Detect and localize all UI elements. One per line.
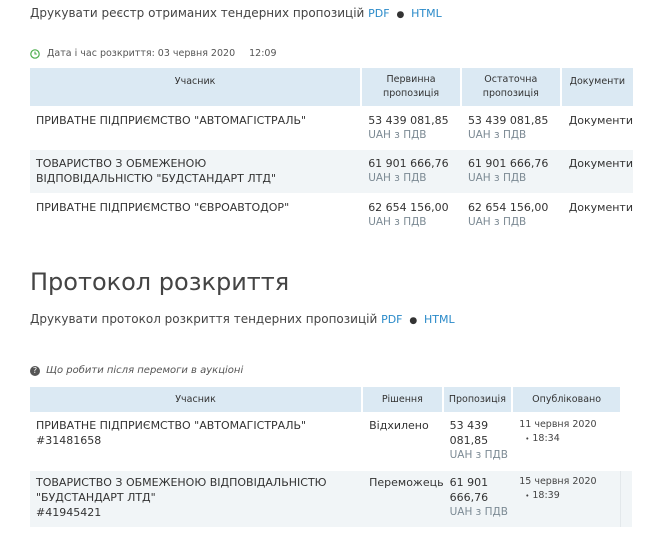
table-row: ПРИВАТНЕ ПІДПРИЄМСТВО "АВТОМАГІСТРАЛЬ" 5… bbox=[30, 106, 633, 150]
participant-code: #41945421 bbox=[36, 506, 102, 519]
proposal-amount: 53 439 bbox=[449, 419, 489, 432]
proposal-amount-cont: 666,76 bbox=[449, 491, 489, 504]
initial-amount: 62 654 156,00 bbox=[368, 201, 449, 214]
proposal-amount-cont: 081,85 bbox=[449, 434, 489, 447]
final-amount: 53 439 081,85 bbox=[467, 114, 549, 127]
clock-icon bbox=[30, 48, 40, 59]
proposal-amount: 61 901 bbox=[449, 476, 489, 489]
participant-name: ТОВАРИСТВО З ОБМЕЖЕНОЮ ВІДПОВІДАЛЬНІСТЮ … bbox=[36, 157, 277, 185]
initial-vat: UAH з ПДВ bbox=[368, 172, 427, 184]
separator-dot: ● bbox=[409, 316, 418, 326]
protocol-html-link[interactable]: HTML bbox=[424, 313, 455, 326]
participant-name: ТОВАРИСТВО З ОБМЕЖЕНОЮ ВІДПОВІДАЛЬНІСТЮ … bbox=[36, 476, 327, 504]
row-edge bbox=[620, 471, 632, 527]
help-link[interactable]: Що робити після перемоги в аукціоні bbox=[46, 365, 243, 376]
table-row: ПРИВАТНЕ ПІДПРИЄМСТВО "ЄВРОАВТОДОР" 62 6… bbox=[30, 193, 633, 237]
register-print-line: Друкувати реєстр отриманих тендерних про… bbox=[30, 6, 442, 20]
header-documents: Документи bbox=[561, 68, 633, 106]
protocol-title: Протокол розкриття bbox=[30, 268, 290, 296]
documents-link[interactable]: Документи bbox=[569, 114, 633, 127]
documents-link[interactable]: Документи bbox=[569, 201, 633, 214]
final-vat: UAH з ПДВ bbox=[467, 129, 527, 141]
documents-link[interactable]: Документи bbox=[569, 157, 633, 170]
participant-name: ПРИВАТНЕ ПІДПРИЄМСТВО "АВТОМАГІСТРАЛЬ" bbox=[36, 419, 307, 432]
header-participant: Учасник bbox=[30, 387, 364, 412]
initial-amount: 53 439 081,85 bbox=[368, 114, 449, 127]
participant-name: ПРИВАТНЕ ПІДПРИЄМСТВО "ЄВРОАВТОДОР" bbox=[36, 201, 290, 214]
header-published: Опубліковано bbox=[513, 387, 620, 412]
initial-vat: UAH з ПДВ bbox=[368, 216, 427, 228]
table-row: ТОВАРИСТВО З ОБМЕЖЕНОЮ ВІДПОВІДАЛЬНІСТЮ … bbox=[30, 471, 620, 527]
opening-time: 12:09 bbox=[249, 48, 277, 59]
opening-date-label: Дата і час розкриття: 03 червня 2020 bbox=[47, 48, 236, 59]
protocol-table: Учасник Рішення Пропозиція Опубліковано … bbox=[30, 387, 620, 527]
initial-amount: 61 901 666,76 bbox=[368, 157, 449, 170]
register-html-link[interactable]: HTML bbox=[411, 7, 442, 20]
table-row: ПРИВАТНЕ ПІДПРИЄМСТВО "АВТОМАГІСТРАЛЬ" #… bbox=[30, 412, 620, 471]
register-print-text: Друкувати реєстр отриманих тендерних про… bbox=[30, 6, 365, 20]
register-pdf-link[interactable]: PDF bbox=[368, 7, 389, 20]
proposal-vat: UAH з ПДВ bbox=[449, 506, 508, 518]
header-participant: Учасник bbox=[30, 68, 363, 106]
final-vat: UAH з ПДВ bbox=[467, 172, 527, 184]
separator-dot: ● bbox=[396, 10, 405, 20]
published-date: 15 червня 2020 bbox=[519, 476, 597, 487]
initial-vat: UAH з ПДВ bbox=[368, 129, 427, 141]
participant-code: #31481658 bbox=[36, 434, 102, 447]
question-icon: ? bbox=[30, 365, 40, 376]
protocol-print-line: Друкувати протокол розкриття тендерних п… bbox=[30, 312, 455, 326]
final-amount: 61 901 666,76 bbox=[467, 157, 549, 170]
protocol-print-text: Друкувати протокол розкриття тендерних п… bbox=[30, 312, 378, 326]
published-time: 18:39 bbox=[532, 490, 560, 501]
register-table: Учасник Первинна пропозиція Остаточна пр… bbox=[30, 68, 633, 237]
header-proposal: Пропозиція bbox=[443, 387, 514, 412]
table-row: ТОВАРИСТВО З ОБМЕЖЕНОЮ ВІДПОВІДАЛЬНІСТЮ … bbox=[30, 150, 633, 193]
protocol-header-row: Учасник Рішення Пропозиція Опубліковано bbox=[30, 387, 620, 412]
participant-name: ПРИВАТНЕ ПІДПРИЄМСТВО "АВТОМАГІСТРАЛЬ" bbox=[36, 114, 307, 127]
register-header-row: Учасник Первинна пропозиція Остаточна пр… bbox=[30, 68, 633, 106]
help-line[interactable]: ? Що робити після перемоги в аукціоні bbox=[30, 365, 243, 376]
decision-link[interactable]: Переможець bbox=[369, 476, 443, 489]
proposal-vat: UAH з ПДВ bbox=[449, 449, 508, 461]
final-vat: UAH з ПДВ bbox=[467, 216, 527, 228]
final-amount: 62 654 156,00 bbox=[467, 201, 549, 214]
decision-link[interactable]: Відхилено bbox=[369, 419, 429, 432]
published-date: 11 червня 2020 bbox=[519, 419, 597, 430]
opening-date: Дата і час розкриття: 03 червня 2020 12:… bbox=[30, 48, 277, 59]
header-decision: Рішення bbox=[363, 387, 444, 412]
published-time: 18:34 bbox=[532, 433, 560, 444]
header-final: Остаточна пропозиція bbox=[461, 68, 562, 106]
header-initial: Первинна пропозиція bbox=[362, 68, 462, 106]
protocol-pdf-link[interactable]: PDF bbox=[381, 313, 402, 326]
